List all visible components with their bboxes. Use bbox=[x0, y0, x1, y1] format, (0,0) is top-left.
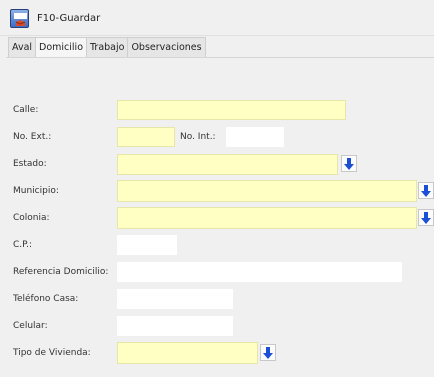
arrow-down-icon bbox=[263, 346, 273, 359]
no-int-label: No. Int.: bbox=[180, 132, 216, 142]
save-button-label: F10-Guardar bbox=[37, 13, 101, 24]
telefono-casa-label: Teléfono Casa: bbox=[13, 294, 79, 304]
tab-aval[interactable]: Aval bbox=[8, 37, 37, 57]
cp-field[interactable] bbox=[117, 235, 177, 255]
no-ext-label: No. Ext.: bbox=[13, 132, 52, 142]
arrow-down-icon bbox=[344, 157, 354, 170]
telefono-casa-field[interactable] bbox=[117, 289, 233, 309]
toolbar: F10-Guardar bbox=[0, 0, 434, 36]
domicilio-panel: Calle: No. Ext.: No. Int.: Estado: Munic… bbox=[6, 57, 434, 377]
tab-observaciones[interactable]: Observaciones bbox=[127, 37, 206, 57]
tipo-vivienda-label: Tipo de Vivienda: bbox=[13, 348, 91, 358]
celular-label: Celular: bbox=[13, 321, 48, 331]
celular-field[interactable] bbox=[117, 316, 233, 336]
municipio-select[interactable] bbox=[117, 180, 417, 202]
municipio-label: Municipio: bbox=[13, 186, 59, 196]
tipo-vivienda-select[interactable] bbox=[117, 342, 258, 364]
colonia-dropdown-button[interactable] bbox=[418, 209, 434, 226]
estado-label: Estado: bbox=[13, 159, 47, 169]
save-icon bbox=[10, 9, 29, 28]
tab-domicilio[interactable]: Domicilio bbox=[35, 37, 88, 57]
tab-bar: Aval Domicilio Trabajo Observaciones bbox=[8, 37, 206, 57]
save-button[interactable]: F10-Guardar bbox=[10, 8, 100, 29]
municipio-dropdown-button[interactable] bbox=[418, 182, 434, 199]
arrow-down-icon bbox=[421, 184, 431, 197]
referencia-field[interactable] bbox=[117, 262, 402, 282]
cp-label: C.P.: bbox=[13, 240, 33, 250]
colonia-label: Colonia: bbox=[13, 213, 50, 223]
no-ext-field[interactable] bbox=[117, 127, 175, 147]
tab-trabajo[interactable]: Trabajo bbox=[86, 37, 129, 57]
arrow-down-icon bbox=[421, 211, 431, 224]
estado-dropdown-button[interactable] bbox=[341, 155, 357, 172]
calle-label: Calle: bbox=[13, 105, 39, 115]
calle-field[interactable] bbox=[117, 100, 346, 120]
tipo-vivienda-dropdown-button[interactable] bbox=[260, 344, 276, 361]
no-int-field[interactable] bbox=[226, 127, 284, 147]
colonia-select[interactable] bbox=[117, 207, 417, 229]
referencia-label: Referencia Domicilio: bbox=[13, 267, 109, 277]
estado-select[interactable] bbox=[117, 154, 338, 175]
